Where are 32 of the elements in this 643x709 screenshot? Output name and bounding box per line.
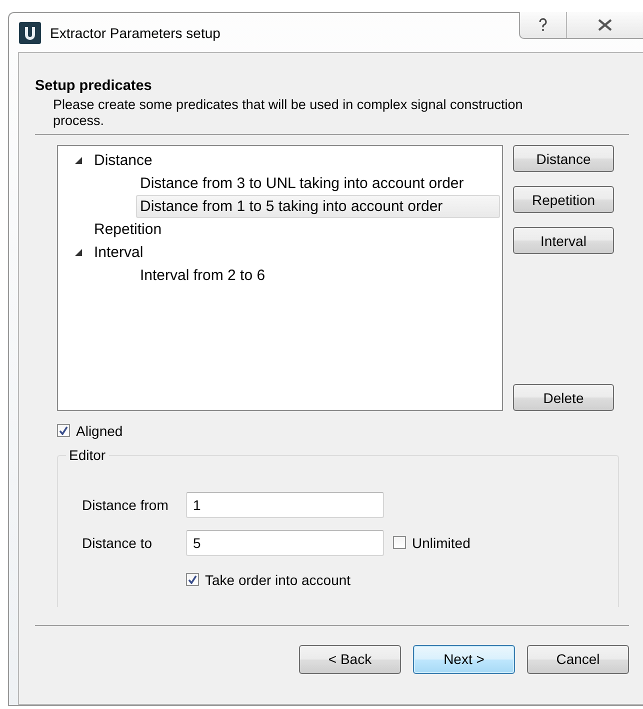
delete-button[interactable]: Delete [513,384,614,411]
window-title: Extractor Parameters setup [50,24,220,40]
expand-arrow-icon[interactable] [74,249,82,256]
add-predicate-button[interactable]: Distance [513,145,614,172]
wizard-button[interactable]: Next > [413,644,515,674]
page-heading: Setup predicates [35,78,153,94]
tree-item[interactable]: Repetition [90,218,173,241]
app-logo-icon [19,22,41,44]
input-field[interactable]: 1 [186,492,384,518]
checkbox-label: Unlimited [412,534,470,550]
add-predicate-button[interactable]: Repetition [513,186,614,213]
tree-item[interactable]: Distance from 3 to UNL taking into account order [136,172,475,195]
close-icon [598,19,612,31]
expand-arrow-icon[interactable] [74,157,82,164]
tree-item[interactable]: Interval [90,241,154,264]
tree-item[interactable]: Distance [90,149,164,172]
group-title: Editor [66,446,109,462]
checkbox[interactable] [57,424,70,437]
field-label: Distance to [82,534,154,550]
add-predicate-button[interactable]: Interval [513,227,614,254]
tree-item[interactable]: Interval from 2 to 6 [136,264,276,287]
checkbox[interactable] [393,536,406,549]
field-label: Distance from [82,496,170,512]
input-field[interactable]: 5 [186,530,384,556]
wizard-button[interactable]: < Back [299,644,401,674]
help-icon [538,18,548,32]
wizard-button[interactable]: Cancel [527,644,629,674]
checkbox[interactable] [186,573,199,586]
page-description: Please create some predicates that will be used in complex signal construction process. [52,96,524,129]
checkbox-label: Take order into account [205,572,351,588]
checkbox-label: Aligned [76,422,123,438]
tree-item[interactable]: Distance from 1 to 5 taking into account order [136,195,500,218]
